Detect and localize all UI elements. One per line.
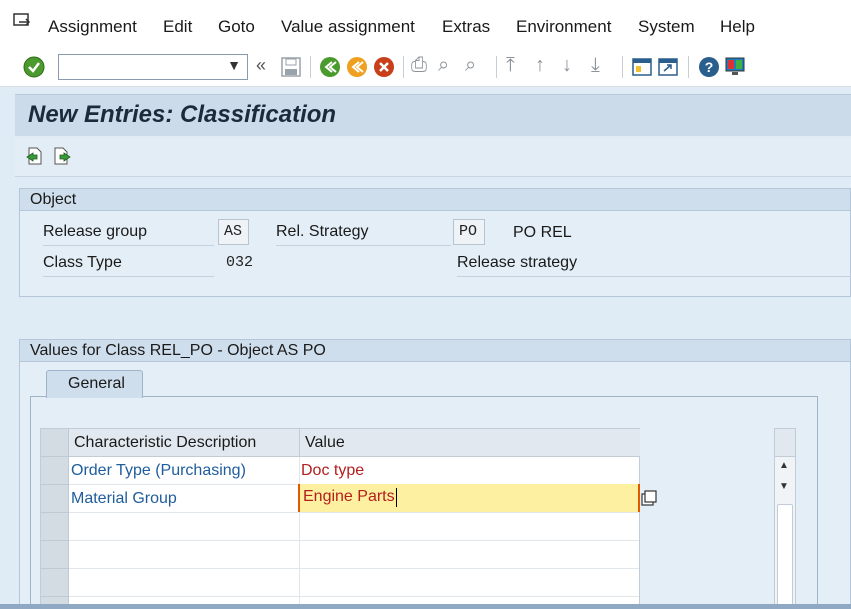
toolbar-separator	[403, 56, 404, 78]
column-header-value[interactable]: Value	[299, 429, 640, 457]
select-all-button[interactable]	[41, 429, 69, 457]
toolbar-separator	[622, 56, 623, 78]
menu-help[interactable]: Help	[720, 17, 755, 37]
scroll-down-icon[interactable]: ▼	[779, 481, 789, 492]
command-field[interactable]: ▼	[58, 54, 248, 80]
cancel-icon[interactable]	[373, 56, 395, 78]
scrollbar-header	[775, 429, 795, 457]
status-area-edge	[0, 604, 851, 609]
release-group-field[interactable]: AS	[218, 219, 249, 245]
find-icon[interactable]: ⌕	[438, 54, 449, 77]
column-header-description[interactable]: Characteristic Description	[69, 429, 299, 457]
last-page-icon[interactable]: ⤓	[591, 54, 600, 77]
menu-environment[interactable]: Environment	[516, 17, 611, 37]
menu-assignment[interactable]: Assignment	[48, 17, 137, 37]
table-cell-description[interactable]: Material Group	[71, 490, 177, 508]
menu-bar: Assignment Edit Goto Value assignment Ex…	[0, 0, 851, 50]
column-divider	[299, 457, 300, 609]
previous-page-icon[interactable]: ↑	[535, 54, 545, 77]
release-strategy-label: Release strategy	[457, 254, 851, 277]
row-selector[interactable]	[41, 569, 69, 597]
help-icon[interactable]: ?	[698, 56, 720, 78]
row-selector[interactable]	[41, 457, 69, 485]
release-group-label: Release group	[43, 223, 214, 246]
characteristics-table: Characteristic Description Value Order T…	[40, 428, 640, 609]
first-page-icon[interactable]: ⤒	[506, 54, 515, 77]
page-title: New Entries: Classification	[28, 101, 337, 128]
shortcut-icon[interactable]	[657, 56, 679, 78]
row-divider	[69, 596, 639, 597]
rel-strategy-label: Rel. Strategy	[276, 223, 451, 246]
rel-strategy-description: PO REL	[513, 224, 572, 241]
menu-edit[interactable]: Edit	[163, 17, 192, 37]
title-bar: New Entries: Classification	[15, 94, 851, 136]
values-group-title: Values for Class REL_PO - Object AS PO	[20, 340, 850, 362]
toolbar-separator	[496, 56, 497, 78]
standard-toolbar: ▼ « ⎙ ⌕ ⌕ ⤒ ↑ ↓ ⤓ ?	[0, 50, 851, 87]
class-type-label: Class Type	[43, 254, 214, 277]
next-page-icon[interactable]: ↓	[562, 54, 572, 77]
input-value-text: Engine Parts	[303, 488, 395, 505]
svg-text:?: ?	[705, 59, 714, 75]
find-next-icon[interactable]: ⌕	[465, 54, 476, 77]
row-selector[interactable]	[41, 541, 69, 569]
previous-entry-icon[interactable]	[25, 147, 43, 165]
class-type-value: 032	[226, 254, 254, 271]
row-selector[interactable]	[41, 485, 69, 513]
application-toolbar	[15, 137, 851, 177]
exit-icon[interactable]	[346, 56, 368, 78]
menu-value-assignment[interactable]: Value assignment	[281, 17, 415, 37]
row-selector[interactable]	[41, 513, 69, 541]
create-session-icon[interactable]	[631, 56, 653, 78]
menu-goto[interactable]: Goto	[218, 17, 255, 37]
row-divider	[69, 540, 639, 541]
scroll-up-icon[interactable]: ▲	[779, 460, 789, 471]
toolbar-separator	[310, 56, 311, 78]
back-icon[interactable]	[319, 56, 341, 78]
menu-extras[interactable]: Extras	[442, 17, 490, 37]
customize-layout-icon[interactable]	[724, 56, 746, 78]
rel-strategy-field[interactable]: PO	[453, 219, 485, 245]
object-group-title: Object	[20, 189, 850, 211]
material-group-value-input[interactable]: Engine Parts	[298, 484, 640, 512]
scrollbar-thumb[interactable]	[777, 504, 793, 608]
tab-general[interactable]: General	[46, 370, 143, 398]
toolbar-separator	[688, 56, 689, 78]
table-scrollbar[interactable]: ▲ ▼	[774, 428, 796, 609]
table-cell-description[interactable]: Order Type (Purchasing)	[71, 462, 246, 480]
row-divider	[69, 512, 639, 513]
save-icon[interactable]	[280, 56, 302, 78]
enter-icon[interactable]	[23, 56, 45, 78]
menu-system[interactable]: System	[638, 17, 695, 37]
chevron-down-icon[interactable]: ▼	[227, 57, 241, 73]
value-help-icon[interactable]	[641, 490, 657, 506]
menu-icon[interactable]	[13, 13, 33, 31]
table-cell-value[interactable]: Doc type	[301, 462, 364, 480]
next-entry-icon[interactable]	[53, 147, 71, 165]
print-icon[interactable]: ⎙	[411, 54, 427, 77]
toolbar-collapse-icon[interactable]: «	[256, 55, 266, 76]
text-cursor	[396, 488, 397, 507]
row-divider	[69, 568, 639, 569]
